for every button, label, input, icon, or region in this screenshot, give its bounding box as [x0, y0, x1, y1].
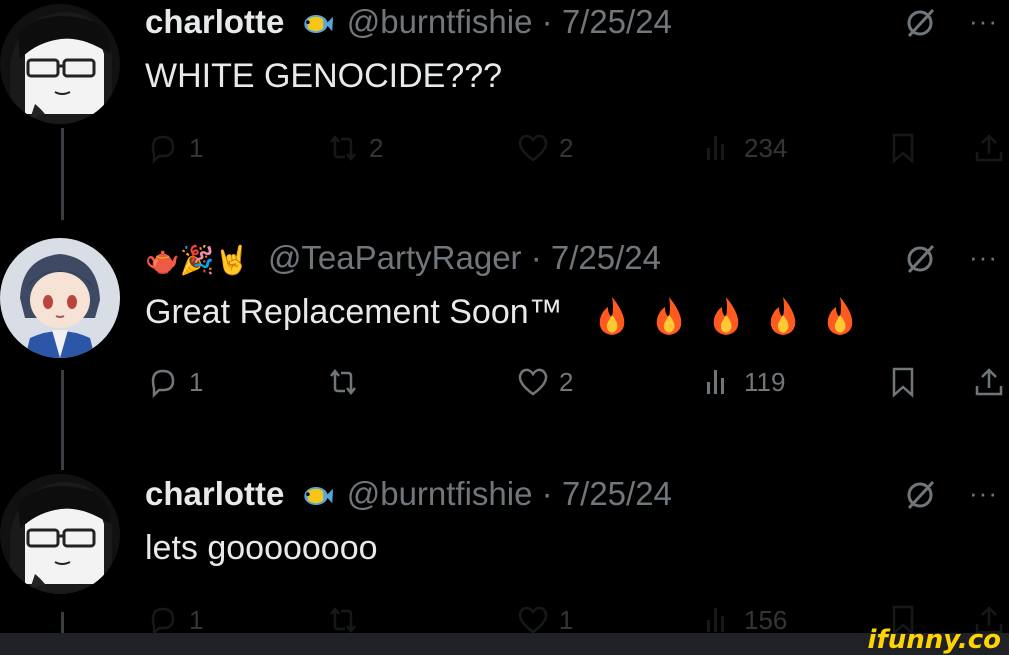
- like-count: 2: [559, 366, 574, 397]
- share-button[interactable]: [971, 128, 1009, 168]
- display-name[interactable]: charlotte: [145, 475, 284, 512]
- bookmark-button[interactable]: [885, 362, 929, 402]
- bw-anime-glasses-avatar: [0, 4, 120, 124]
- fire-icon: [827, 296, 853, 335]
- repost-button[interactable]: 2: [325, 128, 383, 168]
- heart-icon: [518, 134, 548, 162]
- ifunny-watermark: ifunny.co: [867, 625, 1001, 655]
- like-count: 2: [559, 132, 574, 163]
- more-icon[interactable]: ···: [969, 4, 1003, 38]
- reply-button[interactable]: 1: [145, 128, 203, 168]
- view-count: 156: [744, 604, 788, 635]
- fire-emoji-row: [592, 292, 877, 337]
- tweet[interactable]: charlotte @burntfishie · 7/25/24 ··· let…: [0, 470, 1009, 655]
- like-button[interactable]: 2: [515, 362, 573, 402]
- more-icon[interactable]: ···: [969, 240, 1003, 274]
- separator: ·: [532, 3, 562, 40]
- like-button[interactable]: 2: [515, 128, 573, 168]
- footer-bar: [0, 633, 1009, 655]
- reply-button[interactable]: 1: [145, 362, 203, 402]
- view-count: 234: [744, 132, 788, 163]
- views-icon: [707, 370, 724, 394]
- action-bar: 1 2 2 234: [145, 128, 1009, 168]
- heart-icon: [518, 368, 548, 396]
- reply-count: 1: [189, 132, 204, 163]
- fire-icon: [599, 296, 625, 335]
- separator: ·: [521, 239, 551, 276]
- tweet-text: lets goooooooo: [145, 529, 378, 567]
- grok-icon[interactable]: [903, 6, 937, 40]
- repost-icon: [330, 368, 356, 396]
- tweet-text: WHITE GENOCIDE???: [145, 57, 503, 95]
- like-count: 1: [559, 604, 574, 635]
- views-button[interactable]: 234: [700, 128, 787, 168]
- tweet[interactable]: charlotte @burntfishie · 7/25/24 ··· WHI…: [0, 0, 1009, 200]
- display-name[interactable]: charlotte: [145, 3, 284, 40]
- bookmark-button[interactable]: [885, 128, 929, 168]
- bookmark-icon: [892, 367, 914, 398]
- avatar[interactable]: [0, 238, 120, 358]
- handle[interactable]: @burntfishie: [347, 475, 533, 512]
- fire-icon: [770, 296, 796, 335]
- views-button[interactable]: 119: [700, 362, 785, 402]
- reply-count: 1: [189, 604, 204, 635]
- fire-icon: [656, 296, 682, 335]
- share-icon: [975, 134, 1003, 162]
- reply-icon: [151, 135, 175, 165]
- repost-icon: [330, 134, 356, 162]
- action-bar: 1 2 119: [145, 362, 1009, 402]
- bw-anime-glasses-avatar: [0, 474, 120, 594]
- display-name[interactable]: 🫖🎉🤘: [145, 243, 250, 276]
- tropical-fish-icon: [303, 15, 333, 34]
- fire-icon: [713, 296, 739, 335]
- grok-icon[interactable]: [903, 242, 937, 276]
- separator: ·: [532, 475, 562, 512]
- bookmark-icon: [892, 133, 914, 164]
- timestamp[interactable]: 7/25/24: [562, 3, 672, 40]
- tweet[interactable]: 🫖🎉🤘 @TeaPartyRager · 7/25/24 ··· Great R…: [0, 228, 1009, 438]
- share-button[interactable]: [971, 362, 1009, 402]
- views-icon: [707, 136, 724, 160]
- grok-icon[interactable]: [903, 478, 937, 512]
- avatar[interactable]: [0, 474, 120, 594]
- share-icon: [975, 368, 1003, 396]
- more-icon[interactable]: ···: [969, 476, 1003, 510]
- avatar[interactable]: [0, 4, 120, 124]
- tweet-text: Great Replacement Soon™: [145, 293, 563, 331]
- anime-figure-avatar: [0, 238, 120, 358]
- tweet-text-row: Great Replacement Soon™: [145, 290, 877, 337]
- handle[interactable]: @TeaPartyRager: [268, 239, 522, 276]
- tropical-fish-icon: [303, 487, 333, 506]
- repost-count: 2: [369, 132, 384, 163]
- reply-icon: [151, 369, 175, 399]
- timestamp[interactable]: 7/25/24: [551, 239, 661, 276]
- handle[interactable]: @burntfishie: [347, 3, 533, 40]
- reply-count: 1: [189, 366, 204, 397]
- timestamp[interactable]: 7/25/24: [562, 475, 672, 512]
- view-count: 119: [744, 366, 786, 397]
- repost-button[interactable]: [325, 362, 369, 402]
